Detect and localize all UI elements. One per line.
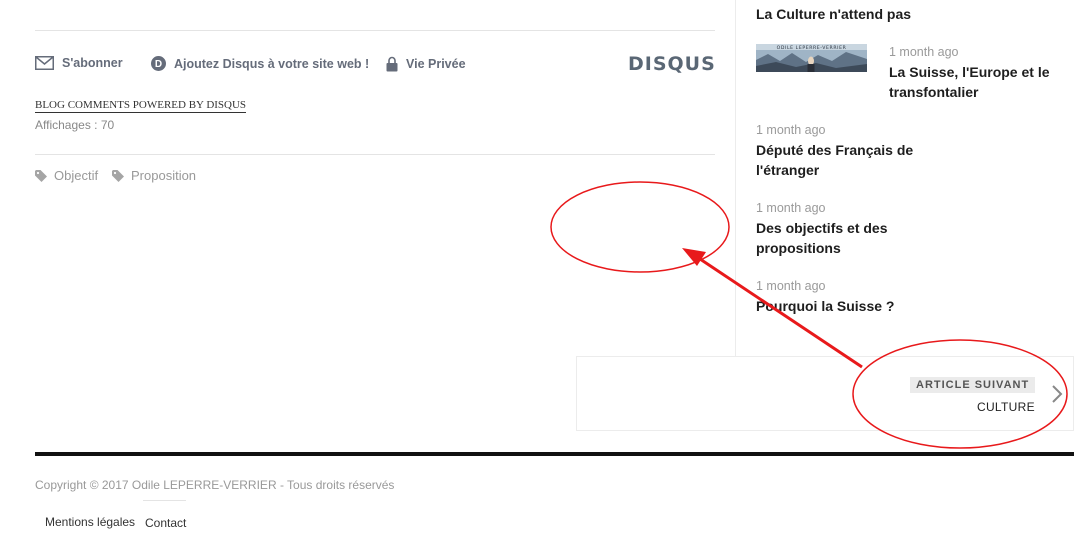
tag-label: Objectif (54, 168, 99, 183)
sidebar-post-title[interactable]: Des objectifs et des propositions (756, 218, 888, 258)
footer-link-contact[interactable]: Contact (145, 516, 186, 530)
sidebar-post-date: 1 month ago (889, 45, 959, 59)
lock-icon (386, 56, 398, 72)
add-disqus-link[interactable]: D Ajoutez Disqus à votre site web ! (151, 56, 369, 71)
annotation-arrow-head (682, 248, 706, 266)
sidebar-post-title[interactable]: Député des Français de l'étranger (756, 140, 913, 180)
next-article-title: CULTURE (977, 400, 1035, 414)
sidebar-divider (735, 0, 736, 356)
tag-icon (35, 169, 47, 182)
footer-link-legal[interactable]: Mentions légales (45, 515, 135, 529)
title-line: La Suisse, l'Europe et le (889, 64, 1050, 80)
privacy-link[interactable]: Vie Privée (386, 56, 466, 72)
tag-objectif[interactable]: Objectif (35, 168, 98, 183)
privacy-label: Vie Privée (406, 57, 466, 71)
sidebar-post-date: 1 month ago (756, 279, 826, 293)
sidebar-post-title[interactable]: Pourquoi la Suisse ? (756, 296, 894, 316)
divider-tags (35, 154, 715, 155)
sidebar-post-title[interactable]: La Suisse, l'Europe et le transfontalier (889, 62, 1050, 102)
subscribe-label: S'abonner (62, 56, 123, 70)
next-article-button[interactable] (576, 356, 1074, 431)
powered-by-disqus-link[interactable]: BLOG COMMENTS POWERED BY DISQUS (35, 99, 247, 113)
disqus-logo[interactable]: DISQUS (628, 53, 716, 75)
thumbnail-caption: ODILE LEPERRE-VERRIER (777, 45, 847, 51)
sidebar-post-title[interactable]: La Culture n'attend pas (756, 4, 911, 24)
envelope-icon (35, 56, 54, 70)
footer-link-divider (143, 500, 186, 501)
disqus-d-icon: D (151, 56, 166, 71)
title-line: Député des Français de (756, 142, 914, 158)
title-line: transfontalier (889, 84, 979, 100)
annotation-circle-empty (550, 181, 730, 273)
tag-icon (112, 169, 124, 182)
view-count: Affichages : 70 (35, 118, 115, 132)
chevron-right-icon[interactable] (1050, 384, 1064, 404)
next-article-label: ARTICLE SUIVANT (910, 377, 1036, 393)
copyright-text: Copyright © 2017 Odile LEPERRE-VERRIER -… (35, 478, 395, 492)
add-disqus-label: Ajoutez Disqus à votre site web ! (174, 56, 370, 71)
svg-text:D: D (155, 59, 162, 70)
mountain-banner-image: ODILE LEPERRE-VERRIER (756, 44, 867, 72)
divider-top (35, 30, 715, 31)
sidebar-post-date: 1 month ago (756, 123, 826, 137)
title-line: l'étranger (756, 162, 820, 178)
title-line: propositions (756, 240, 841, 256)
title-line: Des objectifs et des (756, 220, 888, 236)
tag-proposition[interactable]: Proposition (112, 168, 196, 183)
tag-label: Proposition (131, 168, 197, 183)
sidebar-post-date: 1 month ago (756, 201, 826, 215)
sidebar-post-thumbnail[interactable]: ODILE LEPERRE-VERRIER (756, 44, 867, 72)
footer-rule (35, 452, 1074, 456)
subscribe-link[interactable]: S'abonner (35, 56, 123, 70)
